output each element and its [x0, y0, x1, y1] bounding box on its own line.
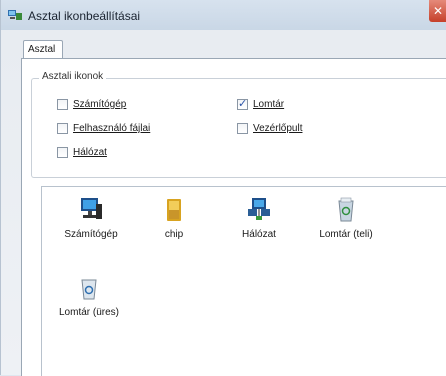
recycle-bin-empty-icon: [81, 279, 97, 300]
checkbox-box[interactable]: [57, 99, 68, 110]
checkbox-label: Lomtár: [253, 99, 285, 110]
network-icon: [248, 198, 270, 220]
checkbox-label: Számítógép: [73, 99, 127, 110]
icon-caption: Hálózat: [242, 229, 276, 240]
icon-item-computer[interactable]: Számítógép: [51, 196, 131, 256]
desktop-icon-settings-icon: [8, 10, 22, 20]
icon-caption: chip: [164, 229, 184, 240]
close-button[interactable]: ✕: [429, 0, 446, 22]
icon-item-user-folder[interactable]: chip: [134, 196, 214, 256]
tab-asztal[interactable]: Asztal: [23, 40, 63, 59]
tab-label: Asztal: [28, 44, 56, 55]
checkbox-label: Vezérlőpult: [253, 123, 303, 134]
icon-item-network[interactable]: Hálózat: [219, 196, 299, 256]
checkbox-label: Felhasználó fájlai: [73, 123, 151, 134]
icon-caption: Számítógép: [64, 229, 118, 240]
checkbox-box[interactable]: [237, 97, 248, 110]
window-title: Asztal ikonbeállításai: [28, 9, 141, 23]
icon-item-recycle-bin-full[interactable]: Lomtár (teli): [306, 196, 386, 256]
recycle-bin-full-icon: [338, 197, 354, 222]
icon-caption: Lomtár (üres): [58, 307, 119, 318]
icon-item-recycle-bin-empty[interactable]: Lomtár (üres): [49, 274, 129, 334]
close-icon: ✕: [433, 4, 444, 18]
user-folder-icon: [167, 199, 181, 221]
title-bar[interactable]: Asztal ikonbeállításai ✕: [1, 0, 446, 30]
checkbox-box[interactable]: [57, 147, 68, 158]
icon-caption: Lomtár (teli): [319, 229, 373, 240]
checkbox-box[interactable]: [57, 123, 68, 134]
dialog-window: Asztal ikonbeállításai ✕ Asztal Asztali …: [0, 0, 446, 376]
group-label: Asztali ikonok: [39, 71, 107, 82]
computer-icon: [81, 198, 102, 219]
checkbox-label: Hálózat: [73, 147, 107, 158]
checkbox-box[interactable]: [237, 123, 248, 134]
